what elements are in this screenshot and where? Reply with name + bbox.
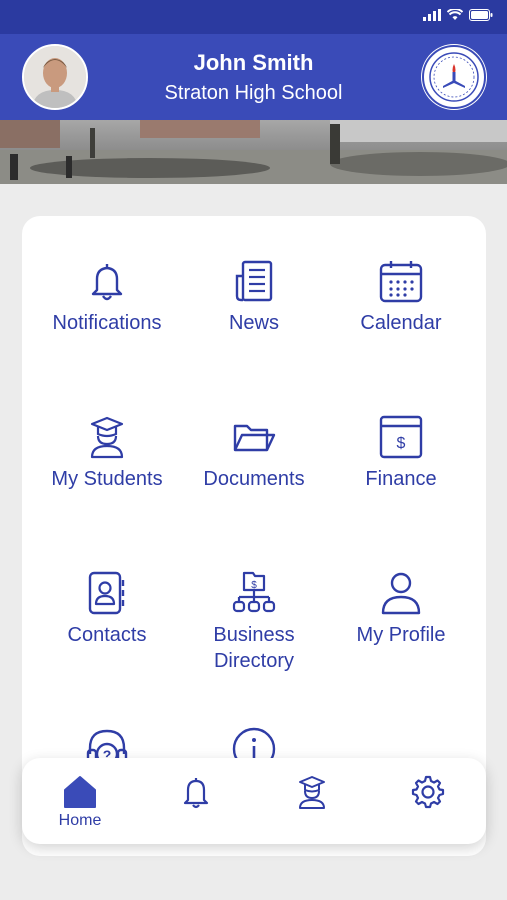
nav-settings[interactable] <box>370 758 486 844</box>
school-seal-icon <box>422 45 486 109</box>
home-icon <box>64 776 96 808</box>
profile-icon <box>381 572 421 615</box>
campus-banner <box>0 120 507 184</box>
status-icons <box>423 9 493 21</box>
student-icon <box>299 776 325 809</box>
wifi-icon <box>447 9 463 20</box>
menu-item-label: Finance <box>365 468 437 490</box>
svg-text:$: $ <box>397 435 406 452</box>
nav-students[interactable] <box>254 758 370 844</box>
folder-icon <box>233 424 276 452</box>
campus-photo <box>0 120 507 184</box>
menu-item-label: My Students <box>51 468 163 490</box>
menu-item-notifications[interactable]: Notifications <box>32 258 182 336</box>
menu-item-label: Contacts <box>67 624 147 646</box>
nav-home-label: Home <box>58 812 102 829</box>
status-bar <box>0 0 507 34</box>
newspaper-icon <box>235 260 273 302</box>
bell-icon <box>183 778 209 809</box>
bottom-nav: Home <box>22 758 486 844</box>
svg-text:$: $ <box>251 580 257 591</box>
finance-icon: $ <box>379 415 423 459</box>
menu-item-news[interactable]: News <box>179 258 329 336</box>
calendar-icon <box>379 261 423 303</box>
menu-item-my-profile[interactable]: My Profile <box>326 570 476 648</box>
menu-item-label: Notifications <box>52 312 162 334</box>
nav-home[interactable]: Home <box>22 758 138 844</box>
menu-item-finance[interactable]: $ Finance <box>326 414 476 492</box>
menu-item-documents[interactable]: Documents <box>179 414 329 492</box>
signal-icon <box>423 9 441 21</box>
business-directory-icon: $ <box>232 571 276 613</box>
contacts-icon <box>88 571 125 615</box>
menu-item-label: Calendar <box>360 312 442 334</box>
bell-icon <box>91 264 123 301</box>
menu-item-label: Documents <box>203 468 305 490</box>
school-logo <box>421 44 487 110</box>
app-header: John Smith Straton High School <box>0 34 507 120</box>
menu-item-label: My Profile <box>356 624 446 646</box>
menu-item-my-students[interactable]: My Students <box>32 414 182 492</box>
battery-icon <box>469 9 493 21</box>
menu-item-business-directory[interactable]: $ Business Directory <box>179 570 329 674</box>
gear-icon <box>411 775 445 809</box>
menu-item-calendar[interactable]: Calendar <box>326 258 476 336</box>
student-icon <box>90 416 124 459</box>
menu-item-contacts[interactable]: Contacts <box>32 570 182 648</box>
menu-item-label: News <box>228 312 279 334</box>
nav-notifications[interactable] <box>138 758 254 844</box>
menu-item-label: Business Directory <box>213 624 295 672</box>
